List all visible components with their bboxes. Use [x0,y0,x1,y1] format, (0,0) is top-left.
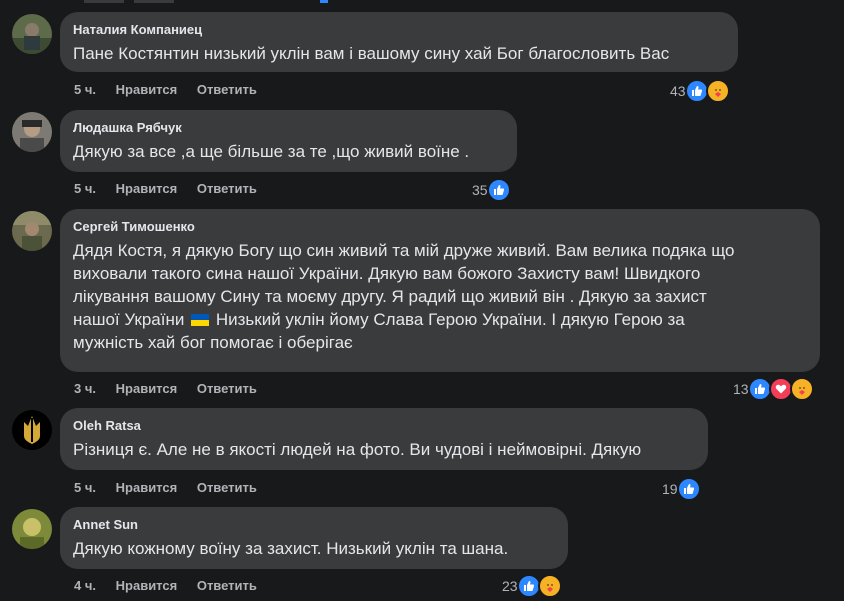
comment-text-line: Дядя Костя, я дякую Богу що син живий та… [73,241,735,260]
like-link[interactable]: Нравится [116,480,178,495]
comment-text-segment: Низький уклін йому Слава Герою України. … [215,310,685,329]
comment-time[interactable]: 5 ч. [74,181,96,196]
comment-text: Дядя Костя, я дякую Богу що син живий та… [73,239,807,354]
comment-bubble: Oleh Ratsa Різниця є. Але не в якості лю… [60,408,708,470]
avatar[interactable] [12,509,52,549]
comment-text-line: лікування вашому Сину та моєму другу. Я … [73,287,707,306]
comment-actions: 3 ч. Нравится Ответить [74,381,273,396]
reaction-count: 23 [502,578,518,594]
comment-author[interactable]: Сергей Тимошенко [73,218,807,235]
comment-time[interactable]: 4 ч. [74,578,96,593]
avatar[interactable] [12,211,52,251]
comment-author[interactable]: Annet Sun [73,516,555,533]
reaction-count: 43 [670,83,686,99]
reaction-summary[interactable]: 23 [502,574,562,598]
comment-actions: 4 ч. Нравится Ответить [74,578,273,593]
ukraine-flag-icon [191,309,210,326]
reaction-summary[interactable]: 19 [662,477,701,501]
comment-bubble: Сергей Тимошенко Дядя Костя, я дякую Бог… [60,209,820,372]
comment-bubble: Annet Sun Дякую кожному воїну за захист.… [60,507,568,569]
comment-actions: 5 ч. Нравится Ответить [74,480,273,495]
reaction-summary[interactable]: 43 [670,79,730,103]
comment-author[interactable]: Oleh Ratsa [73,417,695,434]
comment-text-line: виховали такого сина нашої України. Дяку… [73,264,701,283]
care-reaction-icon [537,574,562,598]
comment-author[interactable]: Наталия Компаниец [73,21,725,38]
like-reaction-icon [676,477,701,501]
comment-time[interactable]: 3 ч. [74,381,96,396]
reaction-summary[interactable]: 35 [472,178,511,202]
reaction-count: 19 [662,481,678,497]
avatar[interactable] [12,410,52,450]
comment-actions: 5 ч. Нравится Ответить [74,181,273,196]
reply-link[interactable]: Ответить [197,82,257,97]
reaction-count: 13 [733,381,749,397]
reaction-count: 35 [472,182,488,198]
previous-item-edge [0,0,844,4]
care-reaction-icon [789,377,814,401]
reply-link[interactable]: Ответить [197,480,257,495]
comment-time[interactable]: 5 ч. [74,82,96,97]
comment-author[interactable]: Людашка Рябчук [73,119,504,136]
avatar[interactable] [12,14,52,54]
comment-text: Різниця є. Але не в якості людей на фото… [73,440,642,459]
like-link[interactable]: Нравится [116,578,178,593]
comment-text-segment: нашої України [73,310,185,329]
reply-link[interactable]: Ответить [197,381,257,396]
like-link[interactable]: Нравится [116,181,178,196]
comment-text: Дякую кожному воїну за захист. Низький у… [73,539,509,558]
reply-link[interactable]: Ответить [197,578,257,593]
care-reaction-icon [705,79,730,103]
like-link[interactable]: Нравится [116,82,178,97]
love-reaction-icon [768,377,793,401]
like-link[interactable]: Нравится [116,381,178,396]
like-reaction-icon [516,574,541,598]
comment-text: Пане Костянтин низький уклін вам і вашом… [73,44,670,63]
comment-bubble: Наталия Компаниец Пане Костянтин низький… [60,12,738,72]
reaction-summary[interactable]: 13 [733,377,814,401]
reply-link[interactable]: Ответить [197,181,257,196]
like-reaction-icon [684,79,709,103]
comment-text-line: мужність хай бог помогає і оберігає [73,333,353,352]
comment-actions: 5 ч. Нравится Ответить [74,82,273,97]
comment-time[interactable]: 5 ч. [74,480,96,495]
avatar[interactable] [12,112,52,152]
comment-bubble: Людашка Рябчук Дякую за все ,а ще більше… [60,110,517,172]
like-reaction-icon [486,178,511,202]
like-reaction-icon [747,377,772,401]
comment-text-line: нашої України Низький уклін йому Слава Г… [73,308,807,331]
comment-text: Дякую за все ,а ще більше за те ,що живи… [73,142,470,161]
